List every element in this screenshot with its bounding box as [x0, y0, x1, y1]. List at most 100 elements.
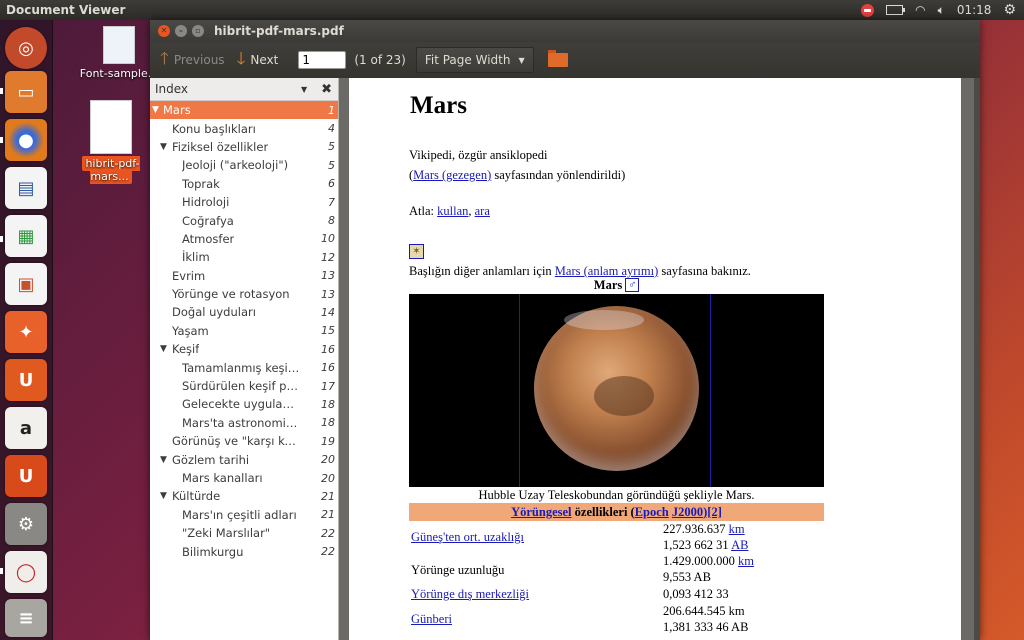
toc-item-page: 4	[328, 122, 335, 136]
minimize-window-icon[interactable]: –	[175, 25, 187, 37]
row-label-link[interactable]: Yörünge dış merkezliği	[411, 587, 529, 602]
scrollbar[interactable]	[974, 78, 980, 640]
impress-icon[interactable]: ▣	[5, 263, 47, 305]
volume-icon[interactable]: 🔈︎	[938, 3, 945, 18]
next-page-button[interactable]: 🡓 Next	[231, 46, 285, 74]
ubuntu-dash-icon[interactable]: ◎	[5, 27, 47, 69]
toc-item[interactable]: Doğal uyduları 14	[150, 303, 338, 321]
toc-item[interactable]: Coğrafya 8	[150, 211, 338, 229]
network-disconnected-icon[interactable]	[861, 3, 875, 17]
session-gear-icon[interactable]: ⚙	[1003, 2, 1016, 18]
wifi-icon[interactable]: ◠	[915, 3, 925, 17]
toc-item[interactable]: Görünüş ve "karşı konu... 19	[150, 432, 338, 450]
toc-item[interactable]: Sürdürülen keşif projeleri 17	[150, 377, 338, 395]
next-label: Next	[250, 53, 279, 67]
previous-page-button[interactable]: 🡑 Previous	[154, 46, 231, 74]
zoom-select[interactable]: Fit Page Width ▼	[415, 47, 534, 73]
desktop-icon-label: hibrit-pdf-mars...	[82, 156, 140, 184]
amazon-icon[interactable]: a	[5, 407, 47, 449]
files-icon[interactable]: ▭	[5, 71, 47, 113]
unit-link[interactable]: km	[729, 522, 745, 536]
row-value: 0,093 412 33	[663, 587, 729, 601]
open-folder-icon[interactable]	[547, 50, 568, 67]
calc-icon[interactable]: ▦	[5, 215, 47, 257]
expander-triangle-icon[interactable]: ▼	[160, 455, 170, 465]
unit-link[interactable]: AB	[731, 538, 748, 552]
orbit-link[interactable]: Yörüngesel	[511, 505, 571, 519]
toc-item-page: 5	[328, 140, 335, 154]
infobox-title: Mars	[593, 278, 623, 292]
ubuntu-one-music-icon[interactable]: U	[5, 455, 47, 497]
toc-item-page: 17	[321, 379, 335, 393]
unit-link[interactable]: km	[738, 554, 754, 568]
ubuntu-one-icon[interactable]: U	[5, 359, 47, 401]
toc-item[interactable]: Mars'ta astronomi gözl... 18	[150, 414, 338, 432]
sidebar-mode-label[interactable]: Index	[155, 82, 301, 96]
toc-item[interactable]: Gelecekte uygulanacak ... 18	[150, 395, 338, 413]
j2000-link[interactable]: J2000	[672, 505, 703, 519]
toc-item[interactable]: ▼ Keşif 16	[150, 340, 338, 358]
expander-triangle-icon[interactable]: ▼	[152, 105, 162, 115]
disambig-icon[interactable]: ✶	[409, 243, 424, 259]
toc-item[interactable]: Tamamlanmış keşif pr... 16	[150, 358, 338, 376]
epoch-link[interactable]: Epoch	[635, 505, 669, 519]
toc-item[interactable]: Atmosfer 10	[150, 230, 338, 248]
toc-item-label: "Zeki Marslılar"	[182, 526, 271, 541]
previous-label: Previous	[173, 53, 225, 67]
toc-item[interactable]: İklim 12	[150, 248, 338, 266]
mars-symbol-icon[interactable]: ♂	[625, 278, 640, 292]
jump-use-link[interactable]: kullan	[437, 204, 468, 218]
disambig-pre: Başlığın diğer anlamları için	[409, 264, 555, 278]
toc-item[interactable]: ▼ Fiziksel özellikler 5	[150, 138, 338, 156]
expander-triangle-icon[interactable]: ▼	[160, 344, 170, 354]
chevron-down-icon[interactable]: ▼	[301, 85, 307, 94]
toc-item[interactable]: Yörünge ve rotasyon 13	[150, 285, 338, 303]
software-center-icon[interactable]: ✦	[5, 311, 47, 353]
toc-item[interactable]: Toprak 6	[150, 175, 338, 193]
system-settings-icon[interactable]: ⚙	[5, 503, 47, 545]
toc-item[interactable]: Yaşam 15	[150, 322, 338, 340]
toc-item[interactable]: Konu başlıkları 4	[150, 119, 338, 137]
toc-item[interactable]: ▼ Mars 1	[150, 101, 338, 120]
row-label-link[interactable]: Güneş'ten ort. uzaklığı	[411, 530, 524, 545]
battery-icon[interactable]	[886, 5, 906, 15]
page-number-input[interactable]	[298, 51, 347, 69]
expander-triangle-icon[interactable]: ▼	[160, 142, 170, 152]
desktop-icon-hibrit-pdf[interactable]: hibrit-pdf-mars...	[66, 100, 156, 184]
jump-search-link[interactable]: ara	[475, 204, 490, 218]
toc-item-page: 16	[321, 342, 335, 356]
window-titlebar[interactable]: ✕ – ▫ hibrit-pdf-mars.pdf	[150, 20, 980, 42]
toc-item-page: 10	[321, 232, 335, 246]
toc-item[interactable]: Mars'ın çeşitli adları 21	[150, 506, 338, 524]
document-viewer-icon[interactable]: ◯	[5, 551, 47, 593]
toc-item-page: 8	[328, 214, 335, 228]
toc-item[interactable]: Bilimkurgu 22	[150, 542, 338, 560]
close-sidebar-icon[interactable]: ✖	[321, 82, 332, 97]
document-area[interactable]: Mars Vikipedi, özgür ansiklopedi (Mars (…	[339, 78, 980, 640]
disambig-link[interactable]: Mars (anlam ayrımı)	[555, 264, 658, 278]
redirect-line: (Mars (gezegen) sayfasından yönlendirild…	[409, 168, 625, 183]
desktop-icon-label: Font-sample...	[79, 67, 159, 80]
row-value: 1,523 662 31 AB	[663, 538, 748, 553]
workspace-switcher-icon[interactable]: ≡	[5, 599, 47, 637]
toc-item[interactable]: Evrim 13	[150, 267, 338, 285]
writer-icon[interactable]: ▤	[5, 167, 47, 209]
row-label-link[interactable]: Günberi	[411, 612, 452, 627]
window-title: hibrit-pdf-mars.pdf	[214, 24, 344, 38]
toc-item[interactable]: ▼ Gözlem tarihi 20	[150, 450, 338, 468]
toc-item[interactable]: Hidroloji 7	[150, 193, 338, 211]
maximize-window-icon[interactable]: ▫	[192, 25, 204, 37]
toc-item-label: Jeoloji ("arkeoloji")	[182, 158, 289, 173]
toc-item[interactable]: ▼ Kültürde 21	[150, 487, 338, 505]
ref-link[interactable]: )[2]	[703, 505, 722, 519]
redirect-link[interactable]: Mars (gezegen)	[413, 168, 491, 182]
toc-item[interactable]: "Zeki Marslılar" 22	[150, 524, 338, 542]
close-window-icon[interactable]: ✕	[158, 25, 170, 37]
clock[interactable]: 01:18	[957, 3, 992, 17]
toc-item-page: 21	[321, 508, 335, 522]
firefox-icon[interactable]: ●	[5, 119, 47, 161]
toc-item[interactable]: Jeoloji ("arkeoloji") 5	[150, 156, 338, 174]
toc-item[interactable]: Mars kanalları 20	[150, 469, 338, 487]
expander-triangle-icon[interactable]: ▼	[160, 491, 170, 501]
mars-image[interactable]	[409, 294, 824, 487]
